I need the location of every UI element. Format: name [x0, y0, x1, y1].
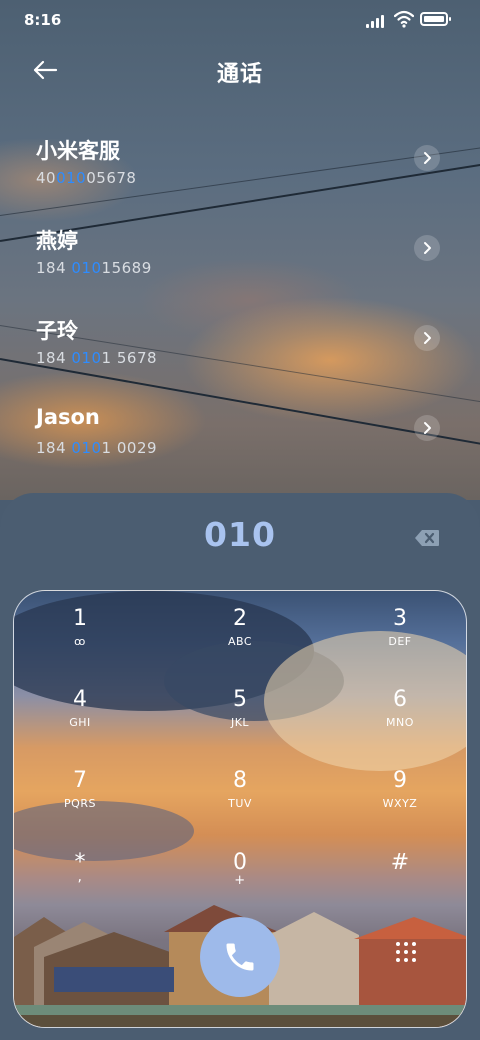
dial-key-5[interactable]: 5 JKL [180, 687, 300, 757]
battery-icon [420, 12, 451, 26]
number-part: 184 [36, 439, 72, 457]
page-title: 通话 [216, 62, 263, 87]
key-digit: 7 [73, 768, 87, 793]
dial-key-2[interactable]: 2 ABC [180, 606, 300, 676]
wifi-icon [394, 10, 414, 28]
number-match: 010 [56, 169, 87, 187]
dial-key-0[interactable]: 0 + [180, 850, 300, 920]
grid-dots-icon[interactable] [396, 942, 418, 964]
dial-key-7[interactable]: 7 PQRS [20, 768, 140, 838]
contact-number: 184 0101 5678 [36, 349, 157, 367]
key-digit: # [390, 850, 410, 875]
phone-icon [226, 943, 254, 971]
dial-key-1[interactable]: 1ꝏ [20, 606, 140, 676]
dial-key-3[interactable]: 3 DEF [340, 606, 460, 676]
key-letters: ABC [227, 635, 253, 648]
contact-item[interactable]: 子玲 184 0101 5678 [0, 315, 480, 405]
chevron-right-icon[interactable] [414, 415, 440, 441]
contact-item[interactable]: 燕婷 184 01015689 [0, 225, 480, 315]
key-letters: , [77, 869, 83, 885]
key-letters: GHI [69, 716, 91, 729]
contact-item[interactable]: 小米客服 4001005678 [0, 135, 480, 225]
key-letters: DEF [388, 635, 412, 648]
number-part: 1 5678 [101, 349, 158, 367]
number-part: 05678 [86, 169, 137, 187]
number-match: 010 [71, 439, 102, 457]
key-letters: WXYZ [382, 797, 418, 810]
number-part: 184 [36, 259, 72, 277]
key-digit: 9 [393, 768, 407, 793]
number-part: 40 [36, 169, 57, 187]
key-letters: TUV [228, 797, 252, 810]
contact-name: 燕婷 [36, 229, 78, 253]
chevron-right-icon[interactable] [414, 145, 440, 171]
signal-icon [366, 14, 388, 28]
chevron-right-icon[interactable] [414, 235, 440, 261]
chevron-right-icon[interactable] [414, 325, 440, 351]
dial-key-hash[interactable]: # [340, 850, 460, 920]
number-part: 1 0029 [101, 439, 158, 457]
number-part: 15689 [101, 259, 152, 277]
contact-name: Jason [36, 405, 100, 429]
key-letters: MNO [386, 716, 414, 729]
number-part: 184 [36, 349, 72, 367]
contact-number: 184 01015689 [36, 259, 152, 277]
key-digit: 8 [233, 768, 247, 793]
key-letters: PQRS [64, 797, 96, 810]
contact-number: 4001005678 [36, 169, 136, 187]
key-digit: 2 [233, 606, 247, 631]
number-match: 010 [71, 349, 102, 367]
key-digit: 6 [393, 687, 407, 712]
dial-key-4[interactable]: 4 GHI [20, 687, 140, 757]
key-digit: 3 [393, 606, 407, 631]
key-letters: + [234, 873, 246, 888]
key-digit: 4 [73, 687, 87, 712]
dial-key-6[interactable]: 6 MNO [340, 687, 460, 757]
backspace-icon[interactable] [414, 529, 440, 547]
key-digit: 5 [233, 687, 247, 712]
voicemail-icon: ꝏ [74, 635, 86, 648]
number-match: 010 [71, 259, 102, 277]
key-digit: 1 [73, 606, 87, 631]
contact-name: 小米客服 [36, 139, 120, 163]
dialed-number: 010 [204, 515, 276, 554]
contact-item[interactable]: Jason 184 0101 0029 [0, 405, 480, 495]
dial-key-9[interactable]: 9 WXYZ [340, 768, 460, 838]
dial-key-star[interactable]: *, [20, 850, 140, 920]
contact-number: 184 0101 0029 [36, 439, 157, 457]
call-button[interactable] [200, 917, 280, 997]
status-time: 8:16 [24, 11, 62, 29]
key-letters: JKL [230, 716, 250, 729]
status-bar: 8:16 [0, 0, 480, 40]
contact-name: 子玲 [36, 319, 78, 343]
dial-key-8[interactable]: 8 TUV [180, 768, 300, 838]
